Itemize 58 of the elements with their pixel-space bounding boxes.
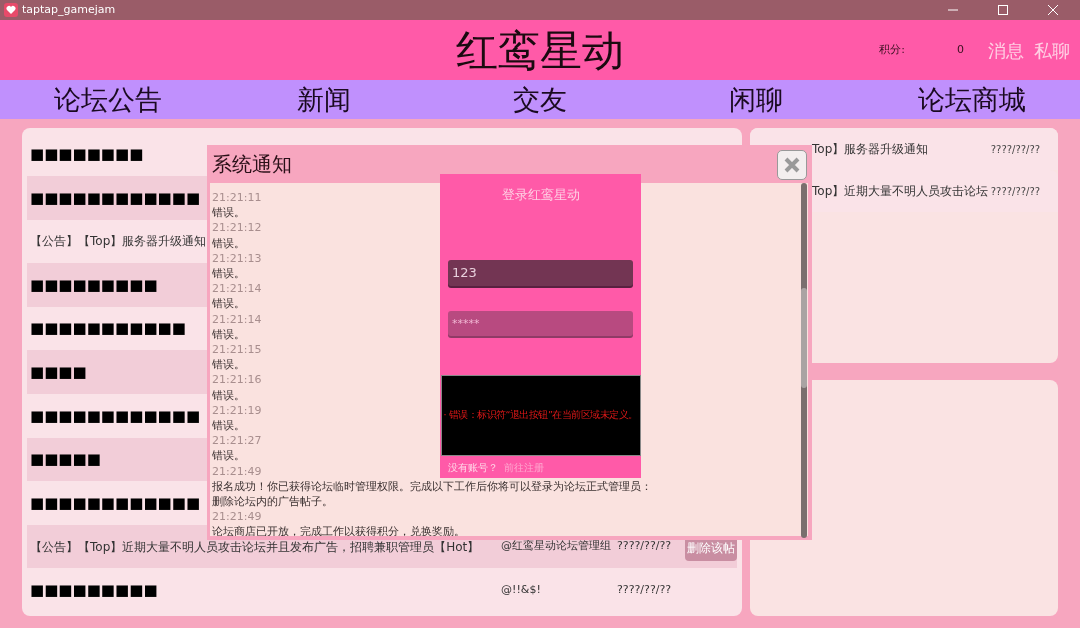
log-message: 错误。 xyxy=(212,235,245,251)
log-message: 错误。 xyxy=(212,266,245,282)
close-button[interactable] xyxy=(777,150,807,180)
log-time: 21:21:12 xyxy=(212,220,262,236)
close-icon[interactable] xyxy=(1048,5,1058,16)
pinned-date: ????/??/?? xyxy=(990,142,1040,157)
nav-tab[interactable]: 论坛商城 xyxy=(864,80,1080,121)
post-title: ■■■■■■■■■ xyxy=(30,579,158,601)
post-title: 【公告】【Top】近期大量不明人员攻击论坛并且发布广告，招聘兼职管理员【Hot】 xyxy=(30,538,480,556)
scrollbar-thumb[interactable] xyxy=(801,288,807,388)
close-icon xyxy=(784,157,800,173)
log-time: 21:21:49 xyxy=(212,509,262,525)
password-field[interactable]: ***** xyxy=(448,310,633,336)
log-message: 错误。 xyxy=(212,326,245,343)
log-time: 21:21:49 xyxy=(212,463,262,479)
log-message: 错误。 xyxy=(212,357,245,373)
log-message: 错误。 xyxy=(212,418,245,434)
username-field[interactable]: 123 xyxy=(448,259,633,286)
post-row[interactable]: ■■■■■■■■■ @!!&$! ????/??/?? xyxy=(27,568,737,612)
console-error: · 错误：标识符“退出按钮”在当前区域未定义。 xyxy=(443,408,638,423)
post-date: ????/??/?? xyxy=(617,581,672,598)
maximize-icon[interactable] xyxy=(998,5,1008,16)
nav-tab[interactable]: 新闻 xyxy=(216,80,432,121)
log-message: 错误。 xyxy=(212,387,245,403)
log-message: 错误。 xyxy=(212,205,245,221)
points-value: 0 xyxy=(957,42,964,59)
nav-tab[interactable]: 闲聊 xyxy=(648,80,864,121)
log-time: 21:21:15 xyxy=(212,342,262,358)
post-title: ■■■■■■■■■ xyxy=(30,274,158,296)
log-time: 21:21:14 xyxy=(212,311,262,327)
log-time: 21:21:14 xyxy=(212,281,262,297)
post-title: ■■■■ xyxy=(30,362,87,383)
log-time: 21:21:19 xyxy=(212,402,262,419)
log-message: 错误。 xyxy=(212,296,245,312)
app-title: 红鸾星动 xyxy=(456,24,624,77)
log-message: 报名成功！你已获得论坛临时管理权限。完成以下工作后你将可以登录为论坛正式管理员： xyxy=(212,478,652,495)
pinned-date: ????/??/?? xyxy=(990,184,1040,199)
post-author: @红鸾星动论坛管理组 xyxy=(501,538,611,555)
log-time: 21:21:16 xyxy=(212,372,262,388)
post-date: ????/??/?? xyxy=(617,538,672,555)
pinned-title: Top】服务器升级通知 xyxy=(812,141,930,159)
post-author: @!!&$! xyxy=(501,581,541,598)
log-time: 21:21:11 xyxy=(212,190,262,206)
post-title: ■■■■■ xyxy=(30,449,101,471)
heart-icon xyxy=(4,3,18,18)
points-label: 积分: xyxy=(879,42,905,59)
log-time: 21:21:13 xyxy=(212,250,262,266)
pinned-title: Top】近期大量不明人员攻击论坛 xyxy=(812,183,990,201)
no-account-text: 没有账号？ xyxy=(448,460,498,475)
nav-tab[interactable]: 论坛公告 xyxy=(0,80,216,121)
window-title: taptap_gamejam xyxy=(22,2,116,18)
login-title: 登录红鸾星动 xyxy=(501,186,580,204)
log-time: 21:21:27 xyxy=(212,433,262,449)
log-message: 删除论坛内的广告帖子。 xyxy=(212,494,333,510)
post-title: ■■■■■■■■■■■■ xyxy=(30,187,201,209)
nav-tab[interactable]: 交友 xyxy=(432,80,648,121)
dialog-title: 系统通知 xyxy=(212,151,292,178)
log-message: 错误。 xyxy=(212,448,245,464)
